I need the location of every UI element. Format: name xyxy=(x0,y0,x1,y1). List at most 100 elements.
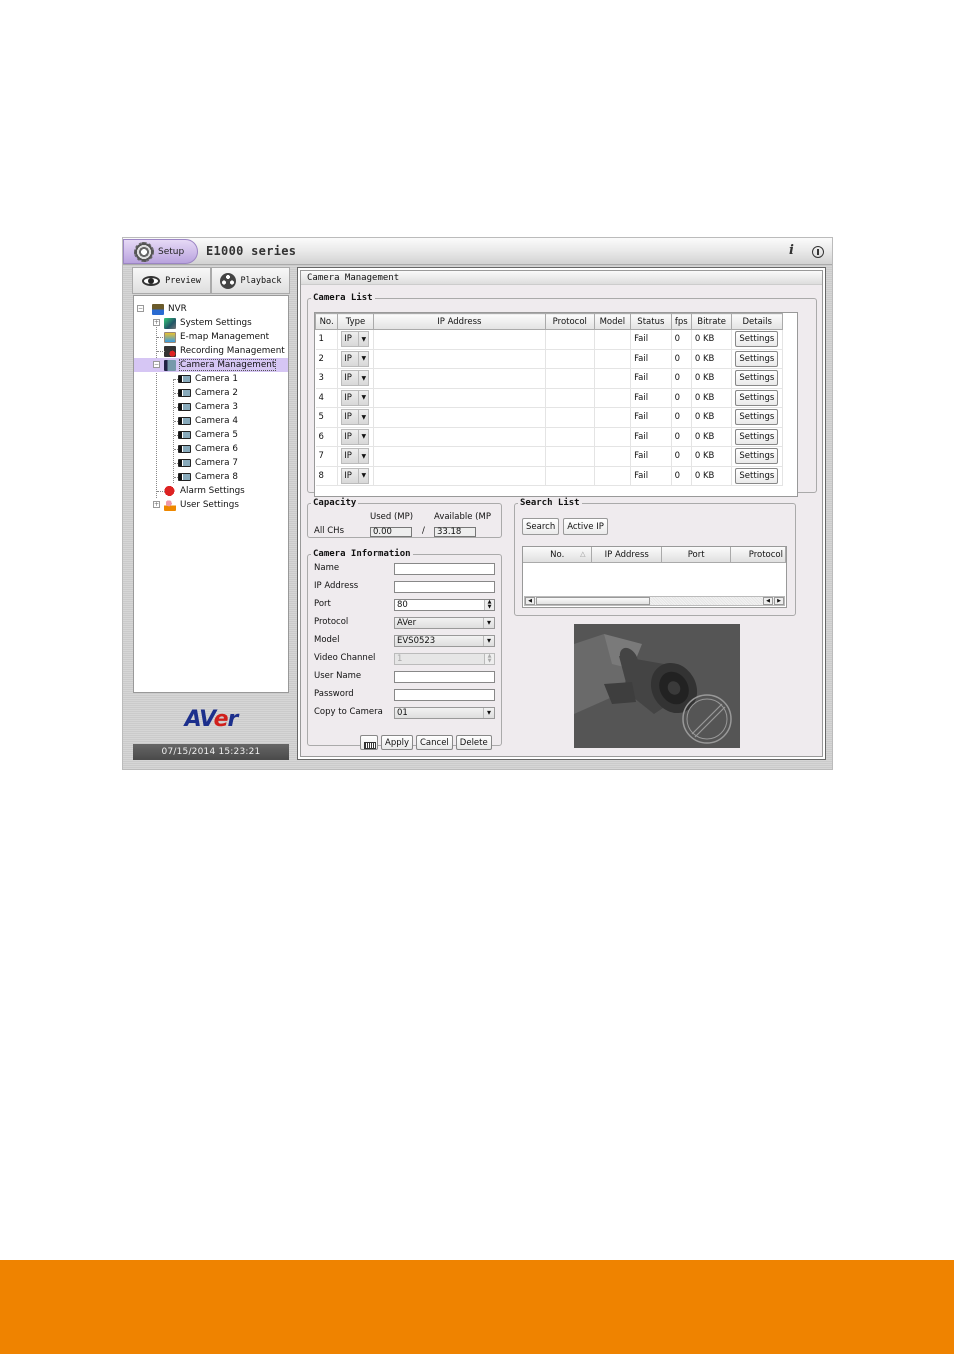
settings-button[interactable]: Settings xyxy=(735,467,779,484)
password-field[interactable] xyxy=(394,689,495,701)
camera-type-select[interactable]: IP ▼ xyxy=(341,428,370,445)
tab-playback[interactable]: Playback xyxy=(211,267,290,294)
settings-button[interactable]: Settings xyxy=(735,428,779,445)
tree-node-camera-3[interactable]: Camera 3 xyxy=(134,400,288,414)
scroll-left-icon[interactable]: ◀ xyxy=(763,597,773,605)
name-field[interactable] xyxy=(394,563,495,575)
column-header-bitrate[interactable]: Bitrate xyxy=(690,313,733,330)
camera-row[interactable]: 6 IP ▼ Fail 0 0 KB Settings xyxy=(315,427,783,447)
info-icon[interactable]: i xyxy=(789,243,794,258)
column-header-fps[interactable]: fps xyxy=(670,313,692,330)
user-name-field[interactable] xyxy=(394,671,495,683)
tree-node-camera-management[interactable]: − Camera Management xyxy=(134,358,288,372)
camera-row[interactable]: 8 IP ▼ Fail 0 0 KB Settings xyxy=(315,466,783,486)
camera-row[interactable]: 1 IP ▼ Fail 0 0 KB Settings xyxy=(315,329,783,350)
name-label: Name xyxy=(314,563,340,573)
keyboard-icon[interactable] xyxy=(360,735,378,750)
column-header-protocol[interactable]: Protocol xyxy=(544,313,595,330)
tree-node-nvr[interactable]: − NVR xyxy=(134,302,288,316)
camera-details-cell: Settings xyxy=(731,349,783,369)
camera-type-select[interactable]: IP ▼ xyxy=(341,370,370,387)
camera-fps: 0 xyxy=(671,466,692,486)
camera-type-select[interactable]: IP ▼ xyxy=(341,448,370,465)
chevron-down-icon[interactable]: ▼ xyxy=(358,449,368,464)
settings-button[interactable]: Settings xyxy=(735,409,779,426)
delete-button[interactable]: Delete xyxy=(455,735,492,750)
tree-node-camera-1[interactable]: Camera 1 xyxy=(134,372,288,386)
camera-row[interactable]: 4 IP ▼ Fail 0 0 KB Settings xyxy=(315,388,783,408)
column-header-no[interactable]: No. xyxy=(314,313,339,330)
horizontal-scrollbar[interactable]: ◀ ◀ ▶ xyxy=(524,596,785,606)
column-header-details[interactable]: Details xyxy=(731,313,783,330)
cancel-button[interactable]: Cancel xyxy=(416,735,453,750)
copy-to-camera-label: Copy to Camera xyxy=(314,707,383,717)
expand-icon[interactable]: + xyxy=(153,501,160,508)
spin-arrows-icon[interactable]: ▲ ▼ xyxy=(484,600,494,610)
settings-button[interactable]: Settings xyxy=(735,350,779,367)
column-header-ip-address[interactable]: IP Address xyxy=(592,547,662,563)
column-header-no[interactable]: No. △ xyxy=(523,547,593,563)
tree-node-camera-8[interactable]: Camera 8 xyxy=(134,470,288,484)
scrollbar-thumb[interactable] xyxy=(536,597,650,605)
chevron-down-icon[interactable]: ▼ xyxy=(358,410,368,425)
tree-node-recording[interactable]: Recording Management xyxy=(134,344,288,358)
setup-button[interactable]: Setup xyxy=(123,239,198,264)
chevron-down-icon[interactable]: ▼ xyxy=(358,468,368,483)
port-stepper[interactable]: 80 ▲ ▼ xyxy=(394,599,495,611)
search-button[interactable]: Search xyxy=(522,518,560,535)
chevron-down-icon[interactable]: ▼ xyxy=(358,429,368,444)
protocol-select[interactable]: AVer xyxy=(394,617,495,629)
chevron-down-icon[interactable]: ▼ xyxy=(358,371,368,386)
camera-row[interactable]: 3 IP ▼ Fail 0 0 KB Settings xyxy=(315,368,783,389)
setup-label: Setup xyxy=(158,246,185,257)
ip-address-field[interactable] xyxy=(394,581,495,593)
camera-type-select[interactable]: IP ▼ xyxy=(341,389,370,406)
collapse-icon[interactable]: − xyxy=(153,361,160,368)
camera-type-select[interactable]: IP ▼ xyxy=(341,331,370,348)
apply-button[interactable]: Apply xyxy=(381,735,413,750)
camera-type-select[interactable]: IP ▼ xyxy=(341,467,370,484)
camera-type-cell: IP ▼ xyxy=(337,329,374,350)
settings-button[interactable]: Settings xyxy=(735,370,779,387)
tree-node-camera-5[interactable]: Camera 5 xyxy=(134,428,288,442)
camera-row[interactable]: 2 IP ▼ Fail 0 0 KB Settings xyxy=(315,349,783,369)
column-header-status[interactable]: Status xyxy=(630,313,672,330)
chevron-down-icon[interactable]: ▼ xyxy=(358,390,368,405)
camera-bitrate: 0 KB xyxy=(691,466,733,486)
chevron-down-icon[interactable]: ▼ xyxy=(358,351,368,366)
camera-row[interactable]: 7 IP ▼ Fail 0 0 KB Settings xyxy=(315,446,783,467)
camera-ip-address xyxy=(373,349,546,369)
scroll-right-icon[interactable]: ▶ xyxy=(774,597,784,605)
power-icon[interactable] xyxy=(812,246,824,258)
tree-node-emap[interactable]: E-map Management xyxy=(134,330,288,344)
camera-icon xyxy=(178,375,191,383)
settings-button[interactable]: Settings xyxy=(735,389,779,406)
tree-node-camera-2[interactable]: Camera 2 xyxy=(134,386,288,400)
column-header-port[interactable]: Port xyxy=(661,547,732,563)
tree-node-user-settings[interactable]: + User Settings xyxy=(134,498,288,512)
expand-icon[interactable]: + xyxy=(153,319,160,326)
tab-preview[interactable]: Preview xyxy=(132,267,211,294)
tree-node-alarm-settings[interactable]: Alarm Settings xyxy=(134,484,288,498)
active-ip-button[interactable]: Active IP xyxy=(563,518,608,535)
camera-row[interactable]: 5 IP ▼ Fail 0 0 KB Settings xyxy=(315,407,783,428)
collapse-icon[interactable]: − xyxy=(137,305,144,312)
model-select[interactable]: EVS0523 xyxy=(394,635,495,647)
product-title: E1000 series xyxy=(206,244,297,258)
copy-to-camera-select[interactable]: 01 xyxy=(394,707,495,719)
tree-node-camera-7[interactable]: Camera 7 xyxy=(134,456,288,470)
tree-node-system-settings[interactable]: + System Settings xyxy=(134,316,288,330)
settings-button[interactable]: Settings xyxy=(735,331,779,348)
password-label: Password xyxy=(314,689,354,699)
tree-node-camera-4[interactable]: Camera 4 xyxy=(134,414,288,428)
camera-type-select[interactable]: IP ▼ xyxy=(341,409,370,426)
column-header-model[interactable]: Model xyxy=(593,313,632,330)
column-header-type[interactable]: Type xyxy=(337,313,374,330)
column-header-protocol[interactable]: Protocol xyxy=(731,547,786,563)
scroll-left-icon[interactable]: ◀ xyxy=(525,597,535,605)
settings-button[interactable]: Settings xyxy=(735,448,779,465)
chevron-down-icon[interactable]: ▼ xyxy=(358,332,368,347)
tree-node-camera-6[interactable]: Camera 6 xyxy=(134,442,288,456)
column-header-ip-address[interactable]: IP Address xyxy=(372,313,546,330)
camera-type-select[interactable]: IP ▼ xyxy=(341,350,370,367)
